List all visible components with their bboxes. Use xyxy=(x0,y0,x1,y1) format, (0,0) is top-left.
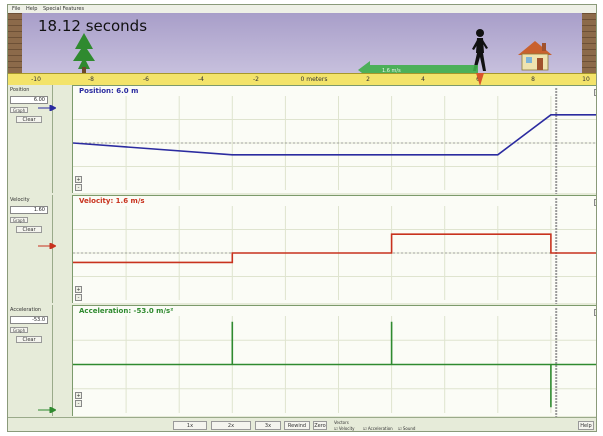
tree-icon xyxy=(73,33,95,73)
menu-help[interactable]: Help xyxy=(26,6,37,12)
position-graph[interactable]: Position: 6.0 m + + - xyxy=(72,85,596,194)
position-zoom-in-button-left[interactable]: + xyxy=(75,176,82,183)
speed-2x-button[interactable]: 2x xyxy=(211,421,251,430)
position-clear-button[interactable]: Clear xyxy=(16,116,42,123)
acceleration-value-input[interactable]: -53.0 xyxy=(10,316,48,324)
velocity-label: Velocity xyxy=(10,197,30,203)
acceleration-panel: Acceleration -53.0 Graph Clear Accelerat… xyxy=(8,305,596,417)
velocity-graph[interactable]: Velocity: 1.6 m/s + + - xyxy=(72,195,596,304)
position-panel: Position 6.00 Graph Clear Position: 6.0 … xyxy=(8,85,596,194)
sound-checkbox[interactable]: ☑ Sound xyxy=(398,426,415,431)
velocity-graph-button[interactable]: Graph xyxy=(10,217,28,223)
brick-wall-icon xyxy=(8,13,22,73)
acceleration-graph-title: Acceleration: -53.0 m/s² xyxy=(79,307,174,315)
velocity-clear-button[interactable]: Clear xyxy=(16,226,42,233)
velocity-chart xyxy=(73,198,596,304)
ruler-tick: 8 xyxy=(531,76,535,83)
position-graph-button[interactable]: Graph xyxy=(10,107,28,113)
ruler-tick: -4 xyxy=(198,76,204,83)
acceleration-zoom-in-button[interactable]: + xyxy=(594,309,596,316)
position-pointer-icon xyxy=(38,105,56,111)
position-graph-title: Position: 6.0 m xyxy=(79,87,139,95)
playback-bar: 1x 2x 3x Rewind Zero Vectors ☑ Velocity … xyxy=(8,417,596,431)
ruler-tick: -6 xyxy=(143,76,149,83)
help-button[interactable]: Help xyxy=(578,421,594,430)
position-zoom-out-button[interactable]: - xyxy=(75,184,82,191)
data-series-line xyxy=(73,113,596,156)
velocity-zoom-in-button[interactable]: + xyxy=(594,199,596,206)
position-zoom-in-button[interactable]: + xyxy=(594,89,596,96)
velocity-vector-checkbox[interactable]: ☑ Velocity xyxy=(334,426,355,431)
velocity-zoom-in-button-left[interactable]: + xyxy=(75,286,82,293)
acceleration-vector-label: Acceleration xyxy=(367,426,393,431)
data-series-line xyxy=(73,321,596,408)
speed-1x-button[interactable]: 1x xyxy=(173,421,207,430)
ruler-tick: -10 xyxy=(31,76,41,83)
menu-file[interactable]: File xyxy=(12,6,20,12)
menu-bar: File Help Special Features xyxy=(8,5,596,13)
velocity-graph-title: Velocity: 1.6 m/s xyxy=(79,197,145,205)
zero-button[interactable]: Zero xyxy=(313,421,327,430)
acceleration-controls: Acceleration -53.0 Graph Clear xyxy=(8,305,56,416)
app-window: File Help Special Features 18.12 seconds… xyxy=(7,4,597,432)
sound-label: Sound xyxy=(402,426,416,431)
position-chart xyxy=(73,88,596,194)
menu-special-features[interactable]: Special Features xyxy=(43,6,84,12)
data-series-line xyxy=(73,233,596,264)
acceleration-vector-checkbox[interactable]: ☑ Acceleration xyxy=(363,426,393,431)
acceleration-zoom-in-button-left[interactable]: + xyxy=(75,392,82,399)
acceleration-graph-button[interactable]: Graph xyxy=(10,327,28,333)
velocity-vector-label: Velocity xyxy=(338,426,355,431)
acceleration-pointer-icon xyxy=(38,407,56,413)
acceleration-clear-button[interactable]: Clear xyxy=(16,336,42,343)
ruler-tick: -8 xyxy=(88,76,94,83)
acceleration-chart xyxy=(73,308,596,417)
velocity-controls: Velocity 1.60 Graph Clear xyxy=(8,195,56,303)
ruler-tick: 4 xyxy=(421,76,425,83)
acceleration-zoom-out-button[interactable]: - xyxy=(75,400,82,407)
velocity-zoom-out-button[interactable]: - xyxy=(75,294,82,301)
speed-3x-button[interactable]: 3x xyxy=(255,421,281,430)
vectors-label: Vectors xyxy=(334,420,349,425)
ruler-tick: 10 xyxy=(582,76,590,83)
acceleration-label: Acceleration xyxy=(10,307,42,313)
velocity-pointer-icon xyxy=(38,243,56,249)
house-icon xyxy=(518,41,552,71)
position-controls: Position 6.00 Graph Clear xyxy=(8,85,56,193)
position-value-input[interactable]: 6.00 xyxy=(10,96,48,104)
rewind-button[interactable]: Rewind xyxy=(284,421,310,430)
ruler-tick: -2 xyxy=(253,76,259,83)
ruler-tick: 2 xyxy=(366,76,370,83)
brick-wall-icon xyxy=(582,13,596,73)
ruler-tick: 0 meters xyxy=(300,76,328,83)
acceleration-graph[interactable]: Acceleration: -53.0 m/s² + + - xyxy=(72,305,596,417)
velocity-value-input[interactable]: 1.60 xyxy=(10,206,48,214)
position-label: Position xyxy=(10,87,30,93)
velocity-panel: Velocity 1.60 Graph Clear Velocity: 1.6 … xyxy=(8,195,596,304)
